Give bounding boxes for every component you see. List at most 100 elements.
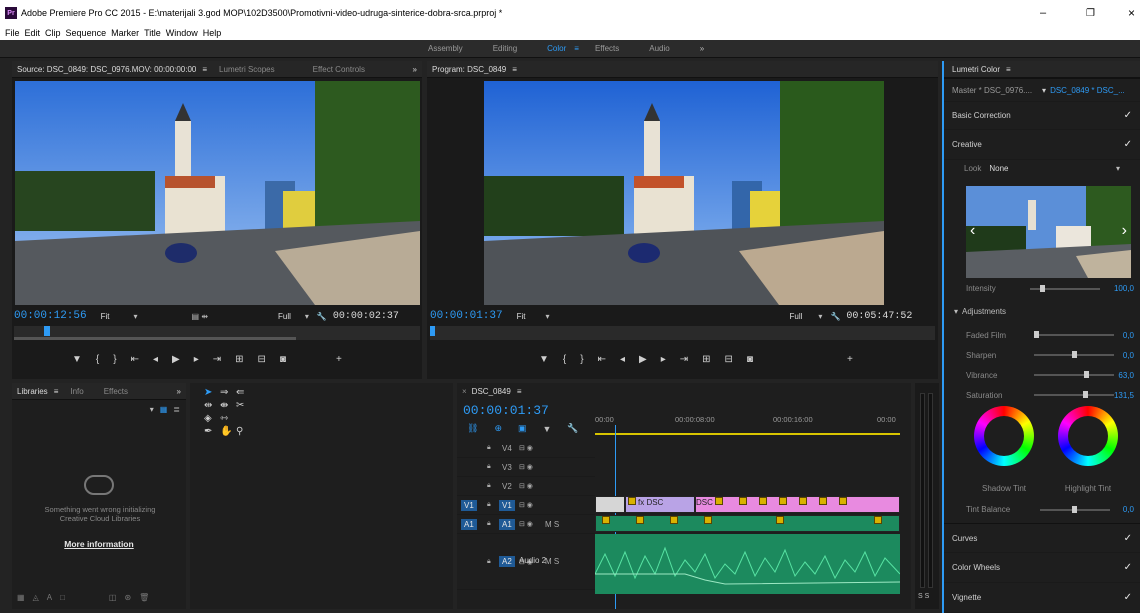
video-clip[interactable]: DSC (695, 496, 900, 513)
add-marker-icon[interactable]: ▣ (518, 423, 527, 434)
go-to-out-icon[interactable]: ⇥ (213, 354, 221, 365)
settings-wrench-icon[interactable]: 🔧 (567, 423, 578, 434)
track-header-v4[interactable]: 🔒︎ V4 ⊟ ◉ (457, 439, 595, 458)
export-frame-icon[interactable]: ▤ ⇹ (192, 312, 208, 321)
highlight-tint-wheel[interactable] (1058, 406, 1118, 466)
timeline-menu-icon[interactable]: ≡ (517, 387, 522, 396)
trash-icon[interactable]: 🗑 (139, 593, 149, 602)
restore-button[interactable]: ❐ (1086, 8, 1095, 19)
track-header-v2[interactable]: 🔒︎ V2 ⊟ ◉ (457, 477, 595, 496)
razor-tool-icon[interactable]: ✂ (236, 400, 250, 411)
workspace-effects[interactable]: Effects (595, 44, 619, 53)
video-clip[interactable]: fx DSC (625, 496, 695, 513)
more-information-link[interactable]: More information (12, 539, 186, 549)
track-select-tool-icon[interactable]: ⇒ (220, 387, 234, 398)
source-patch[interactable]: V1 (461, 499, 477, 511)
tab-sequence[interactable]: DSC_0849 (472, 387, 511, 396)
more-tabs-icon[interactable]: » (177, 387, 181, 396)
intensity-slider[interactable] (1029, 284, 1100, 292)
previous-look-icon[interactable]: ‹ (970, 222, 975, 240)
add-style-icon[interactable]: □ (60, 593, 65, 602)
chevron-down-icon[interactable]: ▾ (150, 405, 154, 414)
section-curves[interactable]: Curves ✓ (944, 523, 1140, 553)
overwrite-icon[interactable]: ⊟ (258, 354, 266, 365)
tab-effect-controls[interactable]: Effect Controls (313, 65, 365, 74)
close-tab-icon[interactable]: × (462, 387, 467, 396)
lock-icon[interactable]: 🔒︎ (487, 444, 491, 452)
mute-solo-buttons[interactable]: M S (545, 520, 559, 529)
ripple-edit-tool-icon[interactable]: ⇚ (236, 387, 250, 398)
add-graphic-icon[interactable]: ▦ (17, 593, 25, 602)
time-ruler[interactable]: 00:00 00:00:08:00 00:00:16:00 00:00 (595, 413, 900, 433)
adjustment-slider[interactable] (1034, 331, 1114, 338)
chevron-down-icon[interactable]: ▾ (1116, 164, 1120, 173)
lock-icon[interactable]: 🔒︎ (487, 482, 491, 490)
video-clip[interactable] (595, 496, 625, 513)
track-name[interactable]: A1 (499, 518, 515, 530)
insert-icon[interactable]: ⊞ (235, 354, 243, 365)
menu-edit[interactable]: Edit (25, 28, 41, 38)
section-color-wheels[interactable]: Color Wheels ✓ (944, 553, 1140, 583)
step-forward-icon[interactable]: ▸ (661, 354, 666, 365)
step-forward-icon[interactable]: ▸ (194, 354, 199, 365)
snap-icon[interactable]: ⛓ (467, 423, 478, 434)
go-to-out-icon[interactable]: ⇥ (680, 354, 688, 365)
more-tabs-icon[interactable]: » (413, 65, 417, 74)
libraries-menu-icon[interactable]: ≡ (54, 387, 59, 396)
adjustment-slider[interactable] (1033, 391, 1114, 398)
add-marker-icon[interactable]: ▼ (539, 354, 549, 365)
mute-solo-buttons[interactable]: M S (545, 557, 559, 566)
source-quality-select[interactable]: Full (278, 312, 291, 321)
sync-icon[interactable]: ⊛ (124, 593, 131, 602)
adjustments-header[interactable]: ▾ Adjustments (954, 307, 1006, 316)
mark-out-icon[interactable]: } (580, 354, 583, 365)
checkmark-icon[interactable]: ✓ (1124, 533, 1132, 544)
wrench-icon[interactable]: 🔧 (830, 312, 840, 321)
slide-tool-icon[interactable]: ⇿ (220, 413, 234, 424)
camera-icon[interactable]: ◙ (280, 354, 286, 365)
track-name[interactable]: V4 (499, 443, 515, 454)
adjustment-slider[interactable] (1034, 371, 1114, 378)
add-text-icon[interactable]: A (47, 593, 52, 602)
play-icon[interactable]: ▶ (639, 354, 647, 365)
lock-icon[interactable]: 🔒︎ (487, 463, 491, 471)
track-header-a2[interactable]: 🔒︎ A2 ⊟ ◉ M S Audio 2 (457, 534, 595, 590)
timeline-timecode[interactable]: 00:00:01:37 (463, 403, 549, 418)
checkmark-icon[interactable]: ✓ (1124, 110, 1132, 121)
toggle-output-icon[interactable]: ⊟ ◉ (519, 444, 533, 452)
add-color-icon[interactable]: ◬ (33, 593, 39, 602)
toggle-output-icon[interactable]: ⊟ ◉ (519, 463, 533, 471)
add-marker-icon[interactable]: ▼ (72, 354, 82, 365)
program-quality-select[interactable]: Full (790, 312, 803, 321)
tab-libraries[interactable]: Libraries (17, 387, 48, 396)
chevron-down-icon[interactable]: ▾ (1042, 86, 1046, 95)
slip-tool-icon[interactable]: ◈ (204, 413, 218, 424)
tab-source[interactable]: Source: DSC_0849: DSC_0976.MOV: 00:00:00… (17, 65, 196, 74)
section-vignette[interactable]: Vignette ✓ (944, 583, 1140, 613)
checkmark-icon[interactable]: ✓ (1124, 592, 1132, 603)
playhead[interactable] (44, 326, 50, 336)
tint-balance-value[interactable]: 0,0 (1123, 505, 1134, 514)
tab-program[interactable]: Program: DSC_0849 (432, 65, 506, 74)
shadow-tint-wheel[interactable] (974, 406, 1034, 466)
track-header-a1[interactable]: A1 🔒︎ A1 ⊟ ◉ M S (457, 515, 595, 534)
go-to-in-icon[interactable]: ⇤ (598, 354, 606, 365)
grid-view-icon[interactable]: ▦ (160, 405, 168, 414)
step-back-icon[interactable]: ◂ (153, 354, 158, 365)
menu-help[interactable]: Help (203, 28, 222, 38)
tab-lumetri-color[interactable]: Lumetri Color (952, 65, 1000, 74)
slider-value[interactable]: 0,0 (1123, 351, 1134, 360)
chevron-down-icon[interactable]: ▾ (818, 312, 822, 321)
adjustment-slider[interactable] (1034, 351, 1114, 358)
track-name[interactable]: A2 (499, 556, 515, 567)
camera-icon[interactable]: ◙ (747, 354, 753, 365)
slider-value[interactable]: 63,0 (1118, 371, 1134, 380)
lumetri-menu-icon[interactable]: ≡ (1006, 65, 1011, 74)
section-basic-correction[interactable]: Basic Correction ✓ (944, 102, 1140, 130)
program-menu-icon[interactable]: ≡ (512, 65, 517, 74)
tab-lumetri-scopes[interactable]: Lumetri Scopes (219, 65, 275, 74)
menu-title[interactable]: Title (144, 28, 161, 38)
toggle-output-icon[interactable]: ⊟ ◉ (519, 482, 533, 490)
tab-info[interactable]: Info (70, 387, 83, 396)
mark-in-icon[interactable]: { (563, 354, 566, 365)
